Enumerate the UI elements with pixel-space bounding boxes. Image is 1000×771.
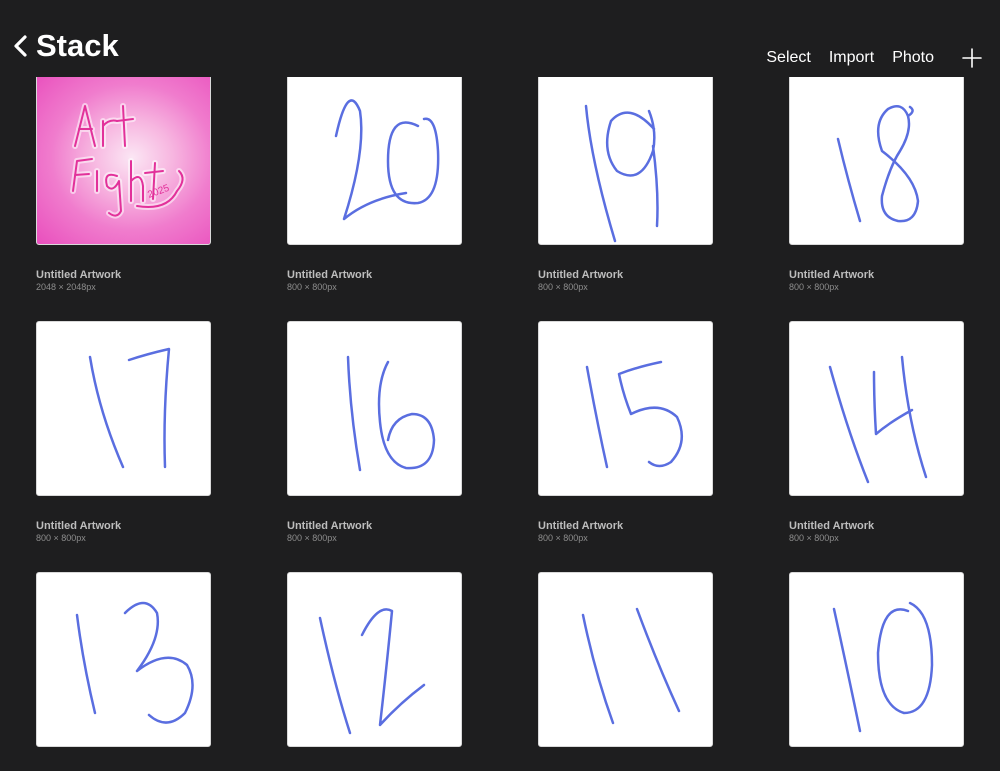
stack-title: Stack bbox=[36, 28, 119, 63]
artwork-thumbnail[interactable] bbox=[538, 70, 713, 245]
artwork-dimensions: 2048 × 2048px bbox=[36, 282, 96, 292]
artwork-thumbnail[interactable] bbox=[36, 321, 211, 496]
artwork-thumbnail[interactable] bbox=[287, 572, 462, 747]
number-17-drawing bbox=[88, 347, 171, 469]
photo-button[interactable]: Photo bbox=[892, 49, 934, 67]
artwork-card[interactable]: Untitled Artwork 800 × 800px bbox=[36, 321, 211, 543]
artwork-dimensions: 800 × 800px bbox=[789, 282, 839, 292]
artwork-card[interactable]: Untitled Artwork 800 × 800px bbox=[789, 70, 964, 292]
artwork-thumbnail[interactable] bbox=[287, 70, 462, 245]
artwork-thumbnail[interactable] bbox=[538, 321, 713, 496]
artwork-dimensions: 800 × 800px bbox=[789, 533, 839, 543]
artwork-dimensions: 800 × 800px bbox=[287, 282, 337, 292]
svg-text:2025: 2025 bbox=[146, 183, 171, 201]
artwork-card[interactable]: 2025 Untitled Artwork 2048 × 2048px bbox=[36, 70, 211, 292]
select-button[interactable]: Select bbox=[766, 49, 810, 67]
artwork-thumbnail[interactable]: 2025 bbox=[36, 70, 211, 245]
number-18-drawing bbox=[836, 104, 920, 223]
artwork-dimensions: 800 × 800px bbox=[538, 282, 588, 292]
artwork-thumbnail[interactable] bbox=[789, 572, 964, 747]
number-10-drawing bbox=[832, 601, 934, 733]
artwork-title: Untitled Artwork bbox=[538, 269, 624, 281]
artwork-card[interactable]: Untitled Artwork 800 × 800px bbox=[538, 321, 713, 543]
number-11-drawing bbox=[581, 607, 681, 725]
number-19-drawing bbox=[584, 104, 659, 243]
artwork-title: Untitled Artwork bbox=[287, 269, 373, 281]
artwork-card[interactable] bbox=[287, 572, 462, 771]
artwork-card[interactable]: Untitled Artwork 800 × 800px bbox=[538, 70, 713, 292]
artwork-thumbnail[interactable] bbox=[789, 321, 964, 496]
artwork-dimensions: 800 × 800px bbox=[287, 533, 337, 543]
artwork-thumbnail[interactable] bbox=[789, 70, 964, 245]
artwork-card[interactable] bbox=[36, 572, 211, 771]
back-button[interactable]: Stack bbox=[12, 30, 119, 61]
chevron-left-icon bbox=[12, 34, 28, 58]
artwork-card[interactable] bbox=[538, 572, 713, 771]
art-fight-2025-drawing: 2025 bbox=[70, 103, 186, 219]
artwork-thumbnail[interactable] bbox=[287, 321, 462, 496]
number-13-drawing bbox=[75, 601, 194, 724]
toolbar-actions: Select Import Photo bbox=[766, 47, 1000, 69]
artwork-thumbnail[interactable] bbox=[538, 572, 713, 747]
navigation-bar: Stack Select Import Photo bbox=[0, 0, 1000, 77]
artwork-card[interactable]: Untitled Artwork 800 × 800px bbox=[287, 321, 462, 543]
artwork-dimensions: 800 × 800px bbox=[538, 533, 588, 543]
number-16-drawing bbox=[346, 355, 436, 472]
number-20-drawing bbox=[334, 99, 440, 221]
artwork-gallery: 2025 Untitled Artwork 2048 × 2048px Unti… bbox=[0, 0, 1000, 750]
artwork-title: Untitled Artwork bbox=[36, 269, 122, 281]
artwork-card[interactable] bbox=[789, 572, 964, 771]
artwork-title: Untitled Artwork bbox=[538, 520, 624, 532]
plus-icon bbox=[962, 48, 982, 68]
artwork-title: Untitled Artwork bbox=[789, 269, 875, 281]
new-artwork-button[interactable] bbox=[962, 48, 982, 68]
artwork-title: Untitled Artwork bbox=[287, 520, 373, 532]
number-12-drawing bbox=[318, 608, 426, 735]
artwork-title: Untitled Artwork bbox=[36, 520, 122, 532]
artwork-dimensions: 800 × 800px bbox=[36, 533, 86, 543]
artwork-thumbnail[interactable] bbox=[36, 572, 211, 747]
artwork-card[interactable]: Untitled Artwork 800 × 800px bbox=[287, 70, 462, 292]
artwork-title: Untitled Artwork bbox=[789, 520, 875, 532]
number-15-drawing bbox=[585, 360, 684, 469]
number-14-drawing bbox=[828, 355, 928, 484]
import-button[interactable]: Import bbox=[829, 49, 874, 67]
artwork-card[interactable]: Untitled Artwork 800 × 800px bbox=[789, 321, 964, 543]
